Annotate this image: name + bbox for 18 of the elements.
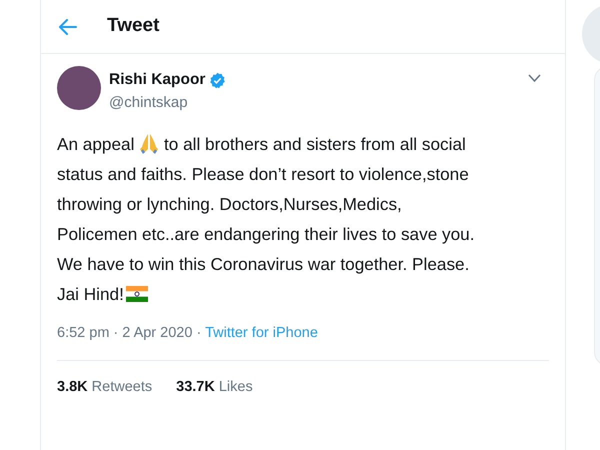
- chevron-down-icon[interactable]: [528, 74, 541, 82]
- tweet-text: Jai Hind!: [57, 282, 124, 306]
- folded-hands-icon: [139, 132, 160, 154]
- tweet-text: to all brothers and sisters from all social: [162, 132, 466, 156]
- avatar-photo[interactable]: [57, 66, 101, 110]
- tweet-text: Policemen etc..are endangering their lives to save you.: [57, 222, 475, 246]
- author-name[interactable]: Rishi Kapoor: [109, 68, 206, 92]
- stat-count[interactable]: 3.8K Retweets: [57, 377, 152, 399]
- tweet-text: status and faiths. Please don’t resort to violence,stone: [57, 162, 469, 186]
- tweet-text: We have to win this Coronavirus war together. Please.: [57, 252, 470, 276]
- tweet-text: throwing or lynching. Doctors,Nurses,Medics,: [57, 192, 402, 216]
- back-arrow-icon[interactable]: [59, 18, 77, 34]
- flag-icon: [126, 286, 148, 302]
- stat-count[interactable]: 33.7K Likes: [176, 377, 253, 399]
- tweet-text: An appeal: [57, 132, 136, 156]
- author-handle[interactable]: @chintskap: [109, 92, 528, 114]
- timestamp: 6:52 pm · 2 Apr 2020 ·: [57, 324, 202, 340]
- page-title: Tweet: [107, 14, 160, 38]
